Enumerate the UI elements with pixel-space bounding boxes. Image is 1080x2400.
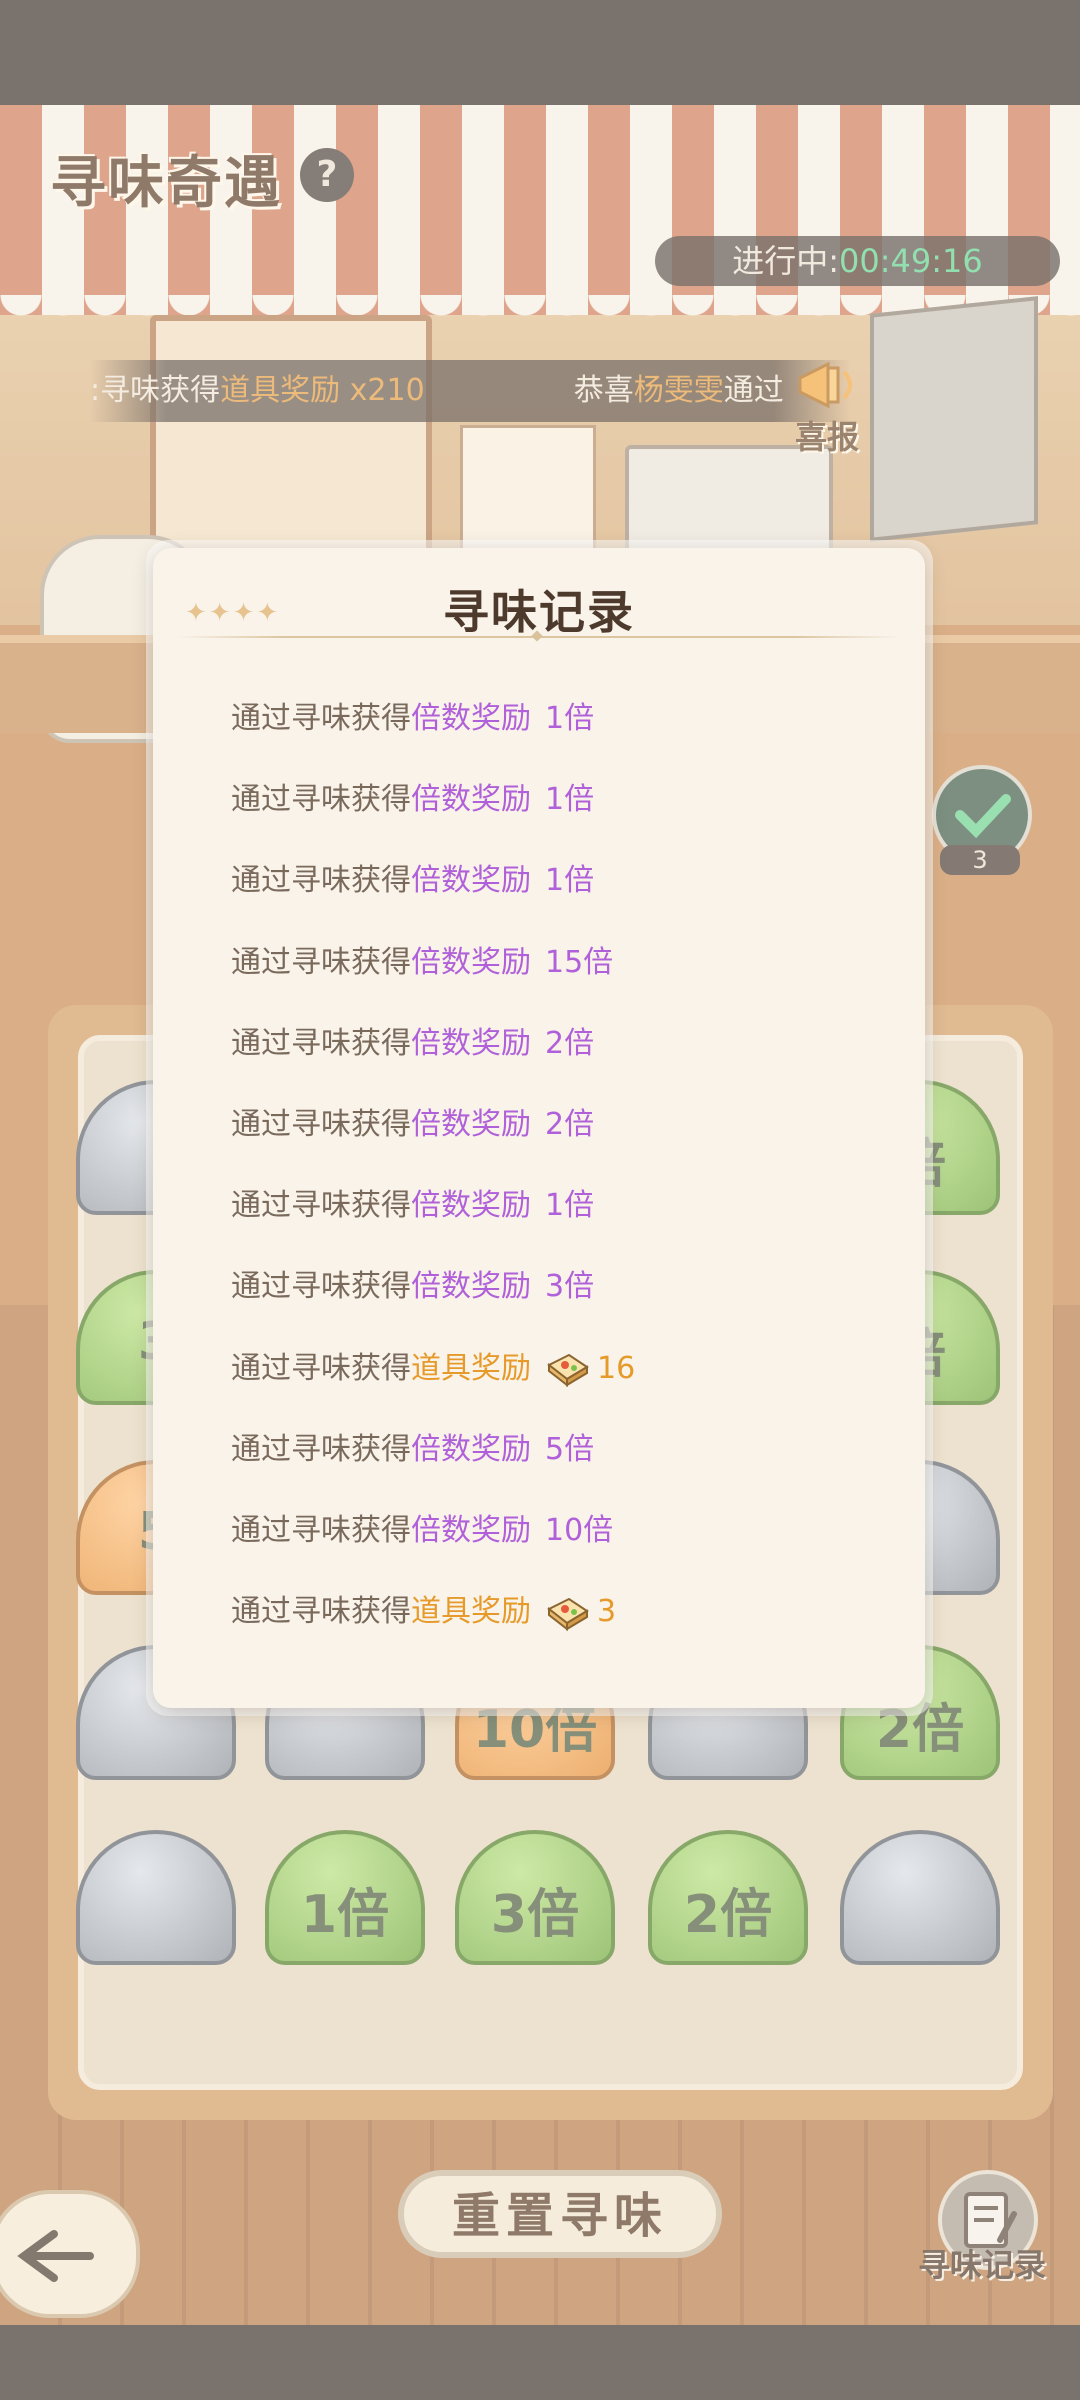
record-prefix: 通过寻味获得 [231, 1594, 411, 1630]
record-prefix: 通过寻味获得 [231, 1269, 411, 1305]
record-row: 通过寻味获得倍数奖励 15倍 [231, 938, 871, 1019]
record-prefix: 通过寻味获得 [231, 701, 411, 736]
record-value: 2倍 [545, 1106, 595, 1142]
record-reward-type: 倍数奖励 [411, 1188, 531, 1224]
record-prefix: 通过寻味获得 [231, 1188, 411, 1224]
bento-box-icon [547, 1597, 589, 1631]
record-reward-type: 道具奖励 [411, 1594, 531, 1630]
record-reward-type: 倍数奖励 [411, 1431, 531, 1467]
record-row: 通过寻味获得道具奖励 16 [231, 1344, 871, 1425]
bento-box-icon [547, 1353, 589, 1387]
record-value: 3倍 [545, 1269, 595, 1305]
record-prefix: 通过寻味获得 [231, 1350, 411, 1386]
record-reward-type: 倍数奖励 [411, 1512, 531, 1548]
record-value: 1倍 [545, 863, 595, 899]
record-value: 2倍 [545, 1025, 595, 1061]
record-reward-type: 道具奖励 [411, 1350, 531, 1386]
record-value: 3 [597, 1594, 617, 1630]
record-value: 1倍 [545, 701, 595, 736]
record-value: 16 [597, 1350, 636, 1386]
record-modal: ✦✦✦✦ 寻味记录 通过寻味获得倍数奖励 1倍 通过寻味获得倍数奖励 1倍 通过寻味获得… [153, 548, 925, 1708]
record-row: 通过寻味获得倍数奖励 1倍 [231, 1181, 871, 1262]
record-prefix: 通过寻味获得 [231, 863, 411, 899]
record-row: 通过寻味获得倍数奖励 2倍 [231, 1019, 871, 1100]
record-value: 10倍 [545, 1512, 614, 1548]
record-prefix: 通过寻味获得 [231, 1106, 411, 1142]
record-reward-type: 倍数奖励 [411, 701, 531, 736]
record-prefix: 通过寻味获得 [231, 782, 411, 818]
record-reward-type: 倍数奖励 [411, 782, 531, 818]
record-row: 通过寻味获得倍数奖励 3倍 [231, 1262, 871, 1343]
record-list[interactable]: 通过寻味获得倍数奖励 1倍 通过寻味获得倍数奖励 1倍 通过寻味获得倍数奖励 1倍 通过寻味… [231, 694, 871, 1668]
record-row: 通过寻味获得道具奖励 3 [231, 1587, 871, 1668]
record-prefix: 通过寻味获得 [231, 1512, 411, 1548]
record-value: 5倍 [545, 1431, 595, 1467]
record-value: 1倍 [545, 782, 595, 818]
record-row: 通过寻味获得倍数奖励 5倍 [231, 1425, 871, 1506]
record-row: 通过寻味获得倍数奖励 2倍 [231, 1100, 871, 1181]
record-prefix: 通过寻味获得 [231, 1025, 411, 1061]
record-value: 15倍 [545, 944, 614, 980]
record-prefix: 通过寻味获得 [231, 1431, 411, 1467]
record-row: 通过寻味获得倍数奖励 1倍 [231, 775, 871, 856]
record-prefix: 通过寻味获得 [231, 944, 411, 980]
record-row: 通过寻味获得倍数奖励 1倍 [231, 856, 871, 937]
record-reward-type: 倍数奖励 [411, 1025, 531, 1061]
record-value: 1倍 [545, 1188, 595, 1224]
record-reward-type: 倍数奖励 [411, 1269, 531, 1305]
record-reward-type: 倍数奖励 [411, 1106, 531, 1142]
record-row: 通过寻味获得倍数奖励 10倍 [231, 1506, 871, 1587]
record-reward-type: 倍数奖励 [411, 863, 531, 899]
record-reward-type: 倍数奖励 [411, 944, 531, 980]
record-row: 通过寻味获得倍数奖励 1倍 [231, 694, 871, 775]
